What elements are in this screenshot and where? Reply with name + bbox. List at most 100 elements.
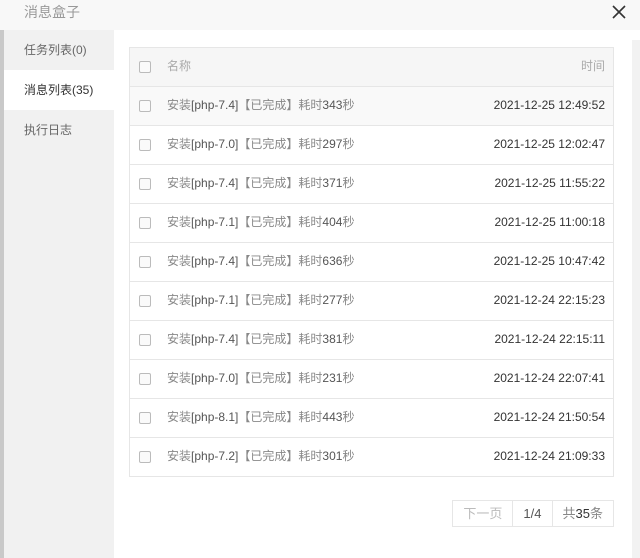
message-time: 2021-12-25 12:49:52 [493,98,605,112]
table-row[interactable]: 安装[php-7.4]【已完成】耗时371秒 2021-12-25 11:55:2… [130,165,613,204]
sidebar-item-label: 消息列表 [24,83,73,97]
message-duration-label: 耗时 [298,254,323,268]
message-duration-unit: 秒 [342,410,355,424]
row-checkbox[interactable] [139,100,151,112]
message-duration-unit: 秒 [342,98,355,112]
message-duration-unit: 秒 [342,332,355,346]
table-row[interactable]: 安装[php-7.4]【已完成】耗时381秒 2021-12-24 22:15:1… [130,321,613,360]
table-row[interactable]: 安装[php-7.2]【已完成】耗时301秒 2021-12-24 21:09:3… [130,438,613,477]
message-name: 安装[php-7.0]【已完成】耗时231秒 [167,360,354,397]
message-prefix: 安装 [167,293,192,307]
message-version: [php-7.1] [191,293,239,307]
message-version: [php-7.4] [191,332,239,346]
sidebar-item-count: (35) [72,83,94,97]
message-duration: 404 [322,215,343,229]
row-checkbox[interactable] [139,373,151,385]
message-prefix: 安装 [167,98,192,112]
message-duration: 371 [322,176,343,190]
message-prefix: 安装 [167,176,192,190]
pagination: 下一页 1/4 共35条 [452,500,614,527]
message-duration-unit: 秒 [342,371,355,385]
message-version: [php-8.1] [191,410,239,424]
message-duration: 636 [322,254,343,268]
message-duration-unit: 秒 [342,137,355,151]
message-version: [php-7.0] [191,371,239,385]
row-checkbox[interactable] [139,178,151,190]
table-row[interactable]: 安装[php-7.1]【已完成】耗时277秒 2021-12-24 22:15:2… [130,282,613,321]
message-prefix: 安装 [167,332,192,346]
row-checkbox[interactable] [139,256,151,268]
message-time: 2021-12-24 21:09:33 [493,449,605,463]
message-name: 安装[php-7.2]【已完成】耗时301秒 [167,438,354,475]
message-duration-unit: 秒 [342,215,355,229]
message-time: 2021-12-24 21:50:54 [493,410,605,424]
message-name: 安装[php-7.4]【已完成】耗时381秒 [167,321,354,358]
sidebar-item-logs[interactable]: 执行日志 [4,110,114,150]
message-name: 安装[php-7.4]【已完成】耗时371秒 [167,165,354,202]
page-indicator: 1/4 [513,501,553,526]
sidebar-item-label: 任务列表 [24,43,73,57]
message-duration: 443 [322,410,343,424]
message-name: 安装[php-7.1]【已完成】耗时404秒 [167,204,354,241]
close-button[interactable] [610,3,628,21]
table-row[interactable]: 安装[php-7.4]【已完成】耗时636秒 2021-12-25 10:47:4… [130,243,613,282]
message-version: [php-7.1] [191,215,239,229]
message-duration-label: 耗时 [298,371,323,385]
message-duration-label: 耗时 [298,215,323,229]
table-header: 名称 时间 [130,48,613,87]
total-count: 共35条 [553,501,614,526]
row-checkbox[interactable] [139,139,151,151]
message-version: [php-7.2] [191,449,239,463]
dialog-title: 消息盒子 [24,4,80,20]
message-duration-unit: 秒 [342,293,355,307]
row-checkbox[interactable] [139,217,151,229]
next-page-button[interactable]: 下一页 [453,501,514,526]
message-duration-label: 耗时 [298,332,323,346]
message-duration-label: 耗时 [298,410,323,424]
message-time: 2021-12-25 11:00:18 [494,215,605,229]
sidebar-item-tasks[interactable]: 任务列表(0) [4,30,114,70]
message-duration-label: 耗时 [298,137,323,151]
message-duration-label: 耗时 [298,176,323,190]
sidebar-item-count: (0) [72,43,87,57]
message-duration: 381 [322,332,343,346]
message-duration-unit: 秒 [342,254,355,268]
sidebar-item-label: 执行日志 [24,123,73,137]
total-prefix: 共 [562,506,576,521]
table-row[interactable]: 安装[php-7.1]【已完成】耗时404秒 2021-12-25 11:00:1… [130,204,613,243]
message-time: 2021-12-25 11:55:22 [494,176,605,190]
close-icon [612,5,626,19]
row-checkbox[interactable] [139,451,151,463]
message-status: 【已完成】 [238,137,299,151]
message-duration: 297 [322,137,343,151]
total-number: 35 [575,506,590,521]
row-checkbox[interactable] [139,295,151,307]
sidebar: 任务列表(0) 消息列表(35) 执行日志 [4,30,114,558]
message-prefix: 安装 [167,371,192,385]
message-time: 2021-12-25 10:47:42 [493,254,605,268]
message-duration: 343 [322,98,343,112]
message-time: 2021-12-24 22:15:23 [493,293,605,307]
table-row[interactable]: 安装[php-8.1]【已完成】耗时443秒 2021-12-24 21:50:5… [130,399,613,438]
message-duration: 301 [322,449,343,463]
message-prefix: 安装 [167,410,192,424]
table-row[interactable]: 安装[php-7.4]【已完成】耗时343秒 2021-12-25 12:49:5… [130,87,613,126]
column-header-time: 时间 [580,59,605,73]
table-row[interactable]: 安装[php-7.0]【已完成】耗时297秒 2021-12-25 12:02:4… [130,126,613,165]
message-duration: 231 [322,371,343,385]
message-list-panel: 名称 时间 安装[php-7.4]【已完成】耗时343秒 2021-12-25 1… [114,30,632,558]
sidebar-item-messages[interactable]: 消息列表(35) [4,70,114,110]
message-duration-unit: 秒 [342,449,355,463]
message-name: 安装[php-7.4]【已完成】耗时343秒 [167,87,354,124]
column-header-name: 名称 [167,59,192,73]
message-status: 【已完成】 [238,98,299,112]
row-checkbox[interactable] [139,412,151,424]
message-status: 【已完成】 [238,449,299,463]
title-bar: 消息盒子 [0,0,640,30]
table-row[interactable]: 安装[php-7.0]【已完成】耗时231秒 2021-12-24 22:07:4… [130,360,613,399]
row-checkbox[interactable] [139,334,151,346]
message-version: [php-7.4] [191,254,239,268]
message-status: 【已完成】 [238,371,299,385]
message-time: 2021-12-25 12:02:47 [493,137,605,151]
select-all-checkbox[interactable] [139,61,151,73]
